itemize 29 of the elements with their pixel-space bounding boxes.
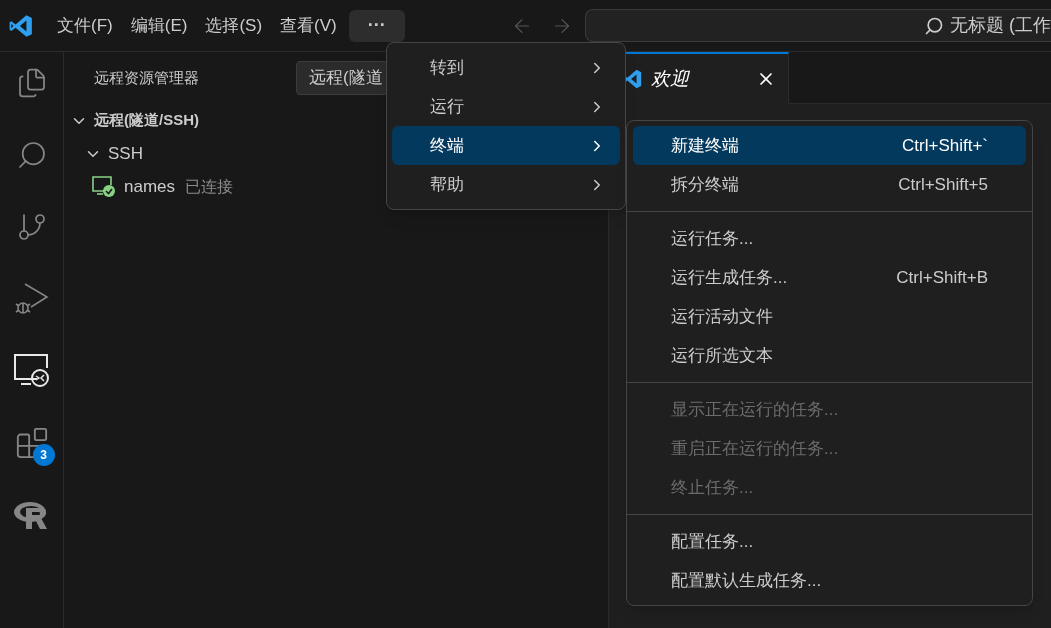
menu-item[interactable]: 拆分终端 Ctrl+Shift+5	[633, 165, 1026, 204]
menu-item[interactable]: 新建终端 Ctrl+Shift+`	[633, 126, 1026, 165]
menu-item[interactable]: 运行任务...	[633, 219, 1026, 258]
remote-type-dropdown[interactable]: 远程(隧道	[296, 61, 388, 95]
menu-item[interactable]: 配置默认生成任务...	[633, 561, 1026, 600]
app-logo	[8, 12, 34, 39]
sidebar-title: 远程资源管理器	[94, 67, 200, 88]
command-center-text: 无标题 (工作	[950, 14, 1051, 37]
tree-item[interactable]: names	[124, 173, 176, 200]
search-icon	[924, 15, 944, 36]
menu-item[interactable]: 运行生成任务... Ctrl+Shift+B	[633, 258, 1026, 297]
connection-status: 已连接	[185, 176, 234, 197]
menu-bar-item[interactable]: 文件(F)	[49, 12, 121, 39]
menu-item[interactable]: 终端	[392, 126, 620, 165]
menu-item[interactable]: 运行活动文件	[633, 297, 1026, 336]
menu-item[interactable]: 配置任务...	[633, 522, 1026, 561]
tab-label: 欢迎	[651, 66, 689, 91]
tree-item[interactable]: 远程(隧道/SSH)	[94, 109, 199, 132]
menu-bar-item[interactable]: 编辑(E)	[122, 12, 196, 39]
menu-bar-item[interactable]: 选择(S)	[197, 12, 271, 39]
extensions-icon[interactable]	[14, 426, 49, 460]
notification-badge: 3	[32, 444, 55, 466]
menu-item[interactable]: 运行所选文本	[633, 336, 1026, 375]
remote-monitor-icon[interactable]	[12, 353, 51, 389]
command-center[interactable]: 无标题 (工作	[584, 9, 1051, 42]
more-menu-button[interactable]: ···	[348, 9, 405, 42]
menu-item[interactable]: 帮助	[392, 165, 620, 204]
tree-item[interactable]: SSH	[108, 140, 143, 167]
menu-bar-item[interactable]: 查看(V)	[272, 12, 345, 39]
